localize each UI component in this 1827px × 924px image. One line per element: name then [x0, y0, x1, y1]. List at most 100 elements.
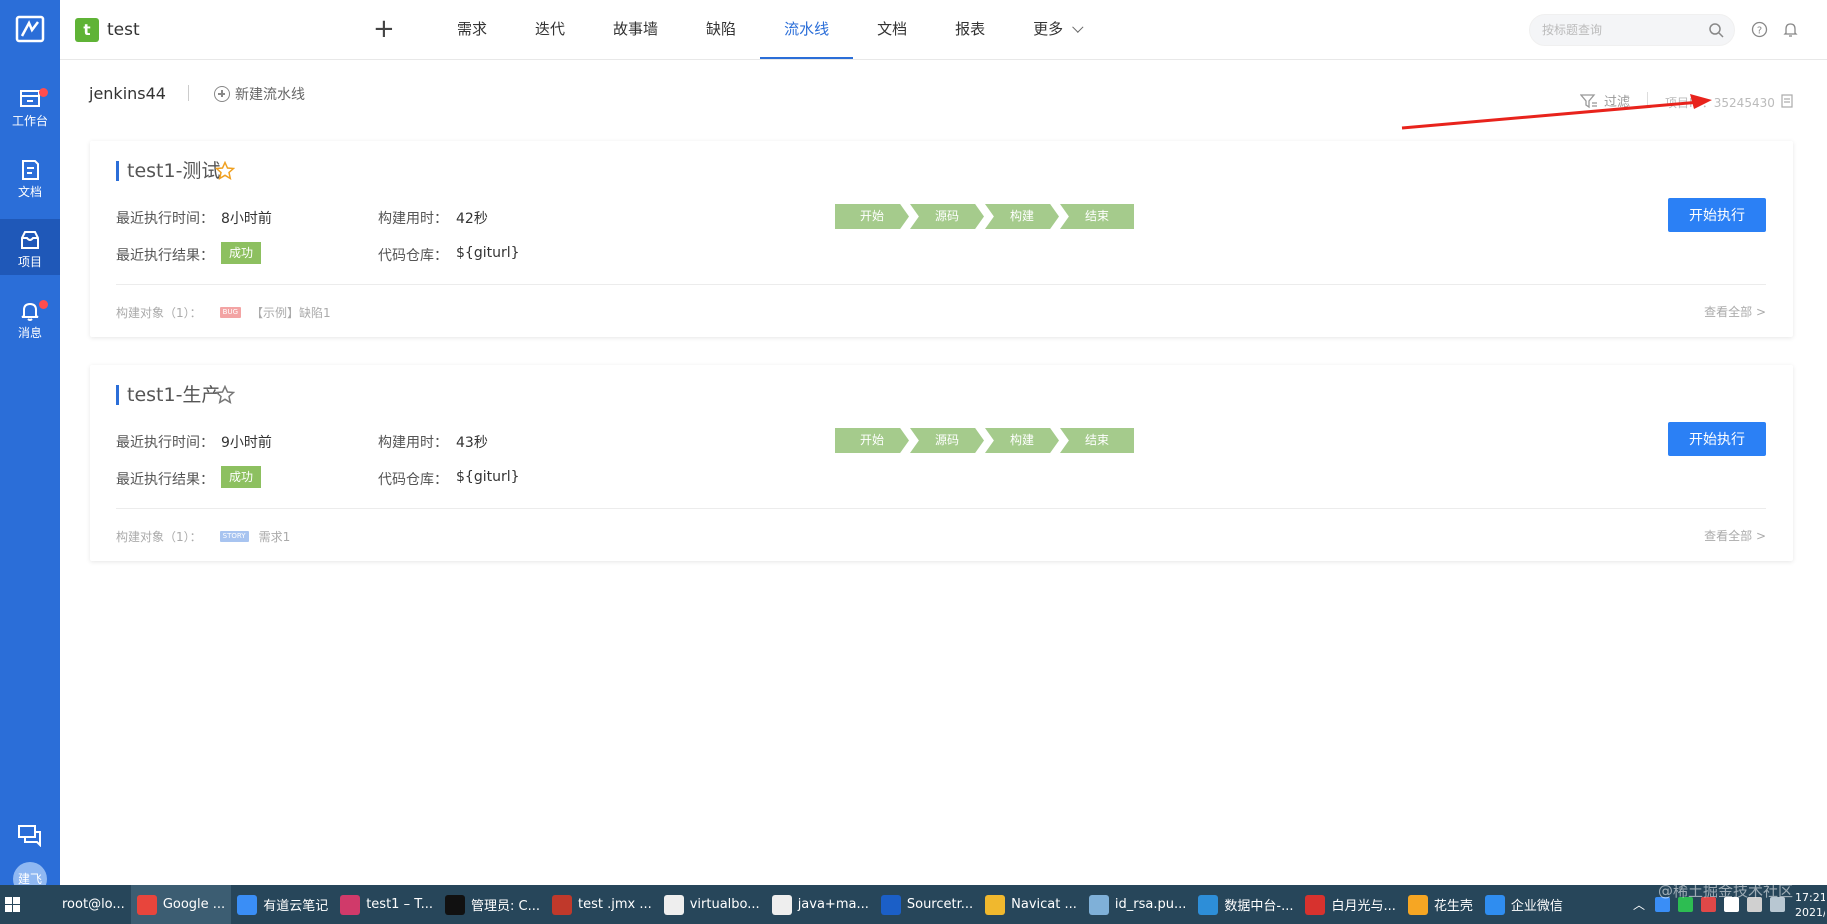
last-run-value: 8小时前 — [221, 211, 272, 227]
taskbar-item-label: java+ma... — [797, 897, 869, 912]
divider — [116, 508, 1766, 509]
pipeline-title[interactable]: test1-测试 — [116, 161, 220, 181]
sidebar-item-workbench[interactable]: 工作台 — [0, 78, 60, 134]
tab-more[interactable]: 更多 — [1009, 0, 1103, 59]
taskbar-item[interactable]: id_rsa.pu... — [1083, 885, 1192, 924]
taskbar-item[interactable]: 有道云笔记 — [231, 885, 334, 924]
story-tag: STORY — [219, 531, 249, 542]
taskbar-item[interactable]: 管理员: C... — [439, 885, 546, 924]
notification-dot — [39, 88, 48, 97]
taskbar-item[interactable]: Navicat ... — [979, 885, 1083, 924]
divider — [1647, 92, 1648, 108]
taskbar-item[interactable]: Sourcetr... — [875, 885, 979, 924]
notepad-icon — [1088, 894, 1109, 915]
build-object-link[interactable]: 【示例】缺陷1 — [251, 304, 331, 321]
repo-label: 代码仓库： — [378, 248, 448, 264]
taskbar-item[interactable]: 企业微信 — [1479, 885, 1569, 924]
build-object-link[interactable]: 需求1 — [259, 528, 291, 545]
stage-end[interactable]: 结束 — [1060, 428, 1134, 453]
help-icon[interactable]: ? — [1751, 21, 1768, 38]
stage-build[interactable]: 构建 — [985, 204, 1059, 229]
tab-more-label: 更多 — [1033, 20, 1064, 38]
last-run-value: 9小时前 — [221, 435, 272, 451]
cmd-icon — [445, 894, 465, 915]
taskbar-item-label: 管理员: C... — [471, 899, 540, 914]
plus-circle-icon — [214, 86, 230, 102]
taskbar-item-label: 花生壳 — [1433, 899, 1473, 914]
divider — [116, 284, 1766, 285]
sidebar-item-projects[interactable]: 项目 — [0, 219, 60, 275]
star-outline-icon[interactable] — [215, 385, 235, 405]
tab-iterations[interactable]: 迭代 — [511, 0, 589, 59]
sidebar-item-docs[interactable]: 文档 — [0, 149, 60, 205]
project-icon: t — [75, 18, 99, 42]
new-pipeline-button[interactable]: 新建流水线 — [214, 84, 305, 104]
chevron-up-icon[interactable]: ︿ — [1633, 896, 1645, 913]
project-name[interactable]: test — [107, 20, 140, 40]
sidebar-item-label: 项目 — [17, 255, 42, 269]
tab-docs[interactable]: 文档 — [853, 0, 931, 59]
taskbar-item[interactable]: virtualbo... — [658, 885, 766, 924]
filter-button[interactable]: 过滤 — [1580, 91, 1630, 110]
windows-taskbar: root@lo... Google ... 有道云笔记 test1 – T... 管理员… — [0, 885, 1827, 924]
terminal-icon — [36, 894, 56, 915]
chat-icon[interactable] — [17, 823, 43, 847]
pipeline-title[interactable]: test1-生产 — [116, 385, 220, 405]
project-id-label: 项目ID： — [1665, 96, 1714, 110]
tab-requirements[interactable]: 需求 — [433, 0, 511, 59]
tab-defects[interactable]: 缺陷 — [682, 0, 760, 59]
vscode-icon — [1198, 894, 1219, 915]
run-pipeline-button[interactable]: 开始执行 — [1668, 198, 1766, 232]
pipeline-stages: 开始 源码 构建 结束 — [835, 428, 1135, 453]
svg-text:?: ? — [1757, 26, 1762, 37]
taskbar-item[interactable]: 花生壳 — [1402, 885, 1479, 924]
taskbar-item[interactable]: 数据中台-... — [1192, 885, 1299, 924]
clock[interactable]: 17:21: 2021/4 — [1795, 890, 1825, 920]
taskbar-item[interactable]: root@lo... — [30, 885, 131, 924]
wecom-icon — [1484, 894, 1505, 915]
last-result-label: 最近执行结果： — [116, 248, 214, 264]
stage-start[interactable]: 开始 — [835, 204, 909, 229]
pipeline-card: test1-测试 最近执行时间： 8小时前 构建用时： 42秒 最近执行结果： … — [90, 141, 1793, 337]
chrome-icon — [136, 894, 157, 915]
taskbar-item[interactable]: java+ma... — [766, 885, 875, 924]
view-all-link[interactable]: 查看全部 > — [1704, 527, 1766, 544]
user-notification-icon[interactable] — [1782, 21, 1799, 38]
copy-icon[interactable] — [1780, 94, 1794, 108]
run-pipeline-button[interactable]: 开始执行 — [1668, 422, 1766, 456]
stage-start[interactable]: 开始 — [835, 428, 909, 453]
stage-end[interactable]: 结束 — [1060, 204, 1134, 229]
clock-date: 2021/4 — [1795, 905, 1825, 919]
stage-source[interactable]: 源码 — [910, 204, 984, 229]
taskbar-item-label: test1 – T... — [366, 897, 433, 912]
taskbar-item-label: root@lo... — [62, 897, 125, 912]
project-id: 项目ID：35245430 — [1665, 94, 1775, 111]
chevron-down-icon — [1072, 21, 1084, 33]
taskbar-item[interactable]: test .jmx ... — [546, 885, 658, 924]
tab-story-wall[interactable]: 故事墙 — [589, 0, 682, 59]
app-logo-icon[interactable] — [15, 14, 45, 44]
clock-time: 17:21: — [1795, 890, 1825, 904]
search-input[interactable] — [1530, 15, 1690, 45]
notification-dot — [39, 300, 48, 309]
star-filled-icon[interactable] — [215, 161, 235, 181]
build-time-value: 43秒 — [456, 435, 488, 451]
breadcrumb[interactable]: jenkins44 — [89, 84, 166, 103]
search-icon[interactable] — [1708, 22, 1724, 38]
workbench-icon — [20, 90, 40, 107]
windows-start-icon[interactable] — [0, 885, 30, 924]
repo-value: ${giturl} — [456, 469, 520, 485]
search-box — [1529, 14, 1735, 46]
taskbar-item[interactable]: 白月光与... — [1299, 885, 1401, 924]
taskbar-item[interactable]: Google ... — [130, 885, 232, 924]
sidebar-item-messages[interactable]: 消息 — [0, 290, 60, 346]
stage-build[interactable]: 构建 — [985, 428, 1059, 453]
pipeline-card: test1-生产 最近执行时间： 9小时前 构建用时： 43秒 最近执行结果： … — [90, 365, 1793, 561]
view-all-link[interactable]: 查看全部 > — [1704, 303, 1766, 320]
tab-pipeline[interactable]: 流水线 — [760, 0, 854, 59]
taskbar-item[interactable]: test1 – T... — [334, 885, 439, 924]
sourcetree-icon — [880, 894, 901, 915]
tab-reports[interactable]: 报表 — [931, 0, 1009, 59]
stage-source[interactable]: 源码 — [910, 428, 984, 453]
add-button[interactable]: + — [373, 15, 395, 43]
